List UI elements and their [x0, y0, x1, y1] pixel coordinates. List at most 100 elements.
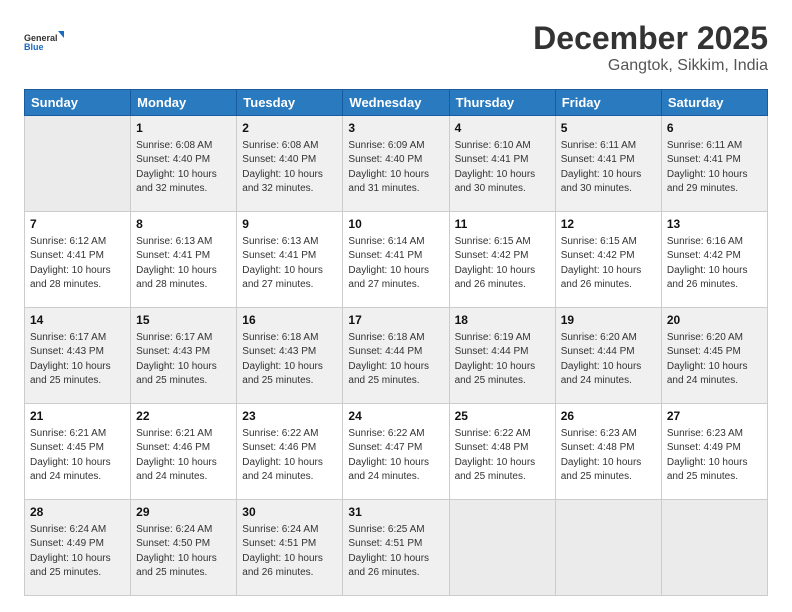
svg-text:General: General: [24, 33, 58, 43]
calendar-cell: 31Sunrise: 6:25 AM Sunset: 4:51 PM Dayli…: [343, 500, 449, 596]
day-info: Sunrise: 6:09 AM Sunset: 4:40 PM Dayligh…: [348, 139, 443, 197]
day-number: 7: [30, 216, 125, 233]
day-number: 27: [667, 408, 762, 425]
calendar-cell: 18Sunrise: 6:19 AM Sunset: 4:44 PM Dayli…: [449, 308, 555, 404]
calendar-cell: 20Sunrise: 6:20 AM Sunset: 4:45 PM Dayli…: [661, 308, 767, 404]
svg-text:Blue: Blue: [24, 42, 44, 52]
title-block: December 2025 Gangtok, Sikkim, India: [533, 20, 768, 75]
calendar-cell: 8 Sunrise: 6:13 AM Sunset: 4:41 PM Daylig…: [131, 212, 237, 308]
day-number: 6: [667, 120, 762, 137]
day-info: Sunrise: 6:18 AM Sunset: 4:44 PM Dayligh…: [348, 331, 443, 389]
calendar-cell: 14 Sunrise: 6:17 AM Sunset: 4:43 PM Dayli…: [25, 308, 131, 404]
calendar-cell: 11 Sunrise: 6:15 AM Sunset: 4:42 PM Dayli…: [449, 212, 555, 308]
day-number: 22: [136, 408, 231, 425]
day-number: 3: [348, 120, 443, 137]
header: General Blue December 2025 Gangtok, Sikk…: [24, 20, 768, 75]
calendar-cell: 4 Sunrise: 6:10 AM Sunset: 4:41 PM Daylig…: [449, 116, 555, 212]
calendar-cell: 10Sunrise: 6:14 AM Sunset: 4:41 PM Dayli…: [343, 212, 449, 308]
logo: General Blue: [24, 20, 64, 64]
day-number: 30: [242, 504, 337, 521]
calendar-cell: 2Sunrise: 6:08 AM Sunset: 4:40 PM Daylig…: [237, 116, 343, 212]
calendar-day-header: Saturday: [661, 90, 767, 116]
day-number: 8: [136, 216, 231, 233]
calendar-day-header: Tuesday: [237, 90, 343, 116]
day-number: 23: [242, 408, 337, 425]
day-info: Sunrise: 6:23 AM Sunset: 4:49 PM Dayligh…: [667, 427, 762, 485]
day-number: 4: [455, 120, 550, 137]
day-info: Sunrise: 6:22 AM Sunset: 4:48 PM Dayligh…: [455, 427, 550, 485]
location-subtitle: Gangtok, Sikkim, India: [533, 57, 768, 75]
day-info: Sunrise: 6:15 AM Sunset: 4:42 PM Dayligh…: [455, 235, 550, 293]
day-info: Sunrise: 6:24 AM Sunset: 4:51 PM Dayligh…: [242, 523, 337, 581]
day-info: Sunrise: 6:24 AM Sunset: 4:49 PM Dayligh…: [30, 523, 125, 581]
calendar-week-row: 21 Sunrise: 6:21 AM Sunset: 4:45 PM Dayli…: [25, 404, 768, 500]
calendar-cell: 27 Sunrise: 6:23 AM Sunset: 4:49 PM Dayli…: [661, 404, 767, 500]
day-info: Sunrise: 6:10 AM Sunset: 4:41 PM Dayligh…: [455, 139, 550, 197]
calendar-cell: 12 Sunrise: 6:15 AM Sunset: 4:42 PM Dayli…: [555, 212, 661, 308]
day-number: 16: [242, 312, 337, 329]
calendar-header-row: SundayMondayTuesdayWednesdayThursdayFrid…: [25, 90, 768, 116]
calendar-cell: 3 Sunrise: 6:09 AM Sunset: 4:40 PM Daylig…: [343, 116, 449, 212]
day-number: 26: [561, 408, 656, 425]
calendar-week-row: 7 Sunrise: 6:12 AM Sunset: 4:41 PM Daylig…: [25, 212, 768, 308]
day-info: Sunrise: 6:11 AM Sunset: 4:41 PM Dayligh…: [561, 139, 656, 197]
calendar-cell: 24Sunrise: 6:22 AM Sunset: 4:47 PM Dayli…: [343, 404, 449, 500]
day-info: Sunrise: 6:17 AM Sunset: 4:43 PM Dayligh…: [136, 331, 231, 389]
calendar-cell: 1 Sunrise: 6:08 AM Sunset: 4:40 PM Daylig…: [131, 116, 237, 212]
day-number: 11: [455, 216, 550, 233]
day-info: Sunrise: 6:24 AM Sunset: 4:50 PM Dayligh…: [136, 523, 231, 581]
calendar-cell: 30 Sunrise: 6:24 AM Sunset: 4:51 PM Dayli…: [237, 500, 343, 596]
calendar-cell: 22 Sunrise: 6:21 AM Sunset: 4:46 PM Dayli…: [131, 404, 237, 500]
day-number: 5: [561, 120, 656, 137]
calendar-day-header: Friday: [555, 90, 661, 116]
day-info: Sunrise: 6:22 AM Sunset: 4:46 PM Dayligh…: [242, 427, 337, 485]
day-number: 12: [561, 216, 656, 233]
calendar-cell: 19Sunrise: 6:20 AM Sunset: 4:44 PM Dayli…: [555, 308, 661, 404]
calendar-cell: [661, 500, 767, 596]
day-info: Sunrise: 6:15 AM Sunset: 4:42 PM Dayligh…: [561, 235, 656, 293]
calendar-cell: 28 Sunrise: 6:24 AM Sunset: 4:49 PM Dayli…: [25, 500, 131, 596]
day-number: 14: [30, 312, 125, 329]
day-number: 1: [136, 120, 231, 137]
day-info: Sunrise: 6:08 AM Sunset: 4:40 PM Dayligh…: [242, 139, 337, 197]
calendar-week-row: 28 Sunrise: 6:24 AM Sunset: 4:49 PM Dayli…: [25, 500, 768, 596]
day-info: Sunrise: 6:14 AM Sunset: 4:41 PM Dayligh…: [348, 235, 443, 293]
calendar-cell: 5 Sunrise: 6:11 AM Sunset: 4:41 PM Daylig…: [555, 116, 661, 212]
day-info: Sunrise: 6:16 AM Sunset: 4:42 PM Dayligh…: [667, 235, 762, 293]
day-number: 24: [348, 408, 443, 425]
day-number: 15: [136, 312, 231, 329]
day-number: 28: [30, 504, 125, 521]
calendar-cell: [25, 116, 131, 212]
calendar-cell: [555, 500, 661, 596]
day-info: Sunrise: 6:17 AM Sunset: 4:43 PM Dayligh…: [30, 331, 125, 389]
calendar-cell: 7 Sunrise: 6:12 AM Sunset: 4:41 PM Daylig…: [25, 212, 131, 308]
calendar-cell: 29Sunrise: 6:24 AM Sunset: 4:50 PM Dayli…: [131, 500, 237, 596]
day-info: Sunrise: 6:21 AM Sunset: 4:46 PM Dayligh…: [136, 427, 231, 485]
day-info: Sunrise: 6:13 AM Sunset: 4:41 PM Dayligh…: [242, 235, 337, 293]
calendar-cell: 9Sunrise: 6:13 AM Sunset: 4:41 PM Daylig…: [237, 212, 343, 308]
calendar-cell: [449, 500, 555, 596]
calendar-week-row: 1 Sunrise: 6:08 AM Sunset: 4:40 PM Daylig…: [25, 116, 768, 212]
calendar-cell: 25 Sunrise: 6:22 AM Sunset: 4:48 PM Dayli…: [449, 404, 555, 500]
day-number: 25: [455, 408, 550, 425]
day-number: 17: [348, 312, 443, 329]
day-info: Sunrise: 6:13 AM Sunset: 4:41 PM Dayligh…: [136, 235, 231, 293]
calendar-cell: 17 Sunrise: 6:18 AM Sunset: 4:44 PM Dayli…: [343, 308, 449, 404]
month-year-title: December 2025: [533, 20, 768, 57]
day-info: Sunrise: 6:20 AM Sunset: 4:45 PM Dayligh…: [667, 331, 762, 389]
calendar-day-header: Wednesday: [343, 90, 449, 116]
day-number: 21: [30, 408, 125, 425]
calendar-cell: 15 Sunrise: 6:17 AM Sunset: 4:43 PM Dayli…: [131, 308, 237, 404]
calendar-day-header: Thursday: [449, 90, 555, 116]
day-info: Sunrise: 6:21 AM Sunset: 4:45 PM Dayligh…: [30, 427, 125, 485]
calendar-table: SundayMondayTuesdayWednesdayThursdayFrid…: [24, 89, 768, 596]
calendar-cell: 13 Sunrise: 6:16 AM Sunset: 4:42 PM Dayli…: [661, 212, 767, 308]
calendar-cell: 16Sunrise: 6:18 AM Sunset: 4:43 PM Dayli…: [237, 308, 343, 404]
calendar-cell: 6Sunrise: 6:11 AM Sunset: 4:41 PM Daylig…: [661, 116, 767, 212]
calendar-week-row: 14 Sunrise: 6:17 AM Sunset: 4:43 PM Dayli…: [25, 308, 768, 404]
day-info: Sunrise: 6:08 AM Sunset: 4:40 PM Dayligh…: [136, 139, 231, 197]
calendar-cell: 26Sunrise: 6:23 AM Sunset: 4:48 PM Dayli…: [555, 404, 661, 500]
day-number: 18: [455, 312, 550, 329]
day-number: 13: [667, 216, 762, 233]
day-info: Sunrise: 6:12 AM Sunset: 4:41 PM Dayligh…: [30, 235, 125, 293]
